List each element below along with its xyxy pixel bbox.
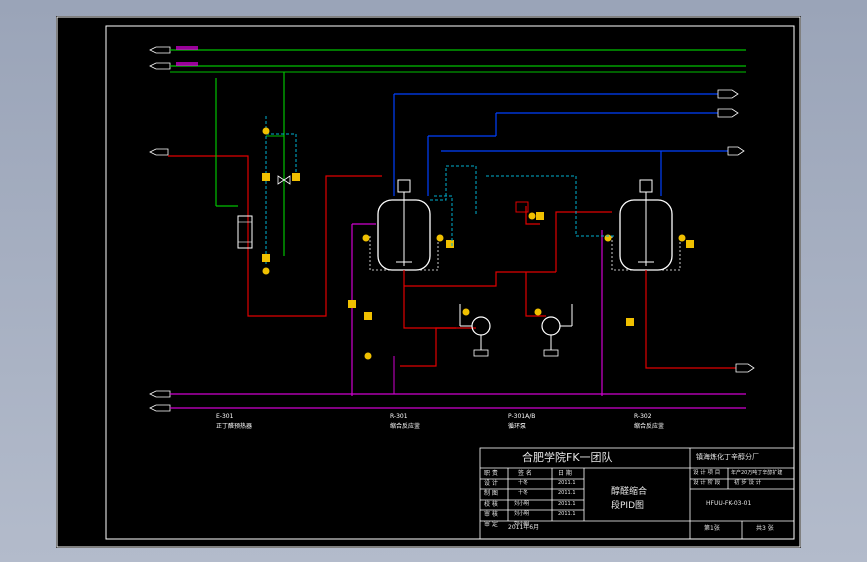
equipment-tag-2: R-301 <box>390 413 408 420</box>
drawing-name-line1: 醇醛缩合 <box>611 487 648 497</box>
role-label-4: 审 核 <box>484 511 498 518</box>
outer-frame <box>56 16 801 548</box>
drawing-sheet: E-301 正丁醛预热器 R-301 缩合反应釜 P-301A/B 循环泵 R-… <box>56 16 801 548</box>
project-label: 设 计 项 目 <box>693 470 721 476</box>
header-signature: 签 名 <box>518 470 532 477</box>
equipment-tag-3: P-301A/B <box>508 413 536 420</box>
pumps-p301 <box>459 304 573 357</box>
date-1: 2011.1 <box>558 480 576 486</box>
date-3: 2011.1 <box>558 501 576 507</box>
stage-value: 初 步 设 计 <box>734 480 762 486</box>
equipment-name-3: 循环泵 <box>508 423 527 430</box>
equipment-name-2: 缩合反应釜 <box>390 423 421 430</box>
equipment-name-4: 缩合反应釜 <box>634 423 665 430</box>
header-date: 日 期 <box>558 470 572 477</box>
signature-4: 刘小明 <box>514 511 530 517</box>
equipment-tag-1: E-301 <box>216 413 234 420</box>
equipment-tag-4: R-302 <box>634 413 652 420</box>
drawing-name-line2: 段PID图 <box>611 501 645 511</box>
top-headers <box>149 46 746 73</box>
bottom-headers <box>149 300 746 412</box>
process-lines <box>400 165 616 367</box>
role-label-2: 制 图 <box>484 490 498 497</box>
role-label-5: 审 定 <box>484 521 498 528</box>
completion-date: 2011年6月 <box>508 524 540 531</box>
company-name: 镇海炼化丁辛醇分厂 <box>696 453 759 461</box>
inner-frame <box>105 25 795 540</box>
role-label-3: 校 核 <box>484 501 498 508</box>
equipment-name-1: 正丁醛预热器 <box>216 423 253 430</box>
stage-label: 设 计 阶 段 <box>693 480 721 486</box>
signature-3: 刘小明 <box>514 501 530 507</box>
sheet-count: 第1张 <box>704 525 720 532</box>
header-role: 职 责 <box>484 470 498 477</box>
pid-drawing <box>56 16 801 548</box>
reactor-r301 <box>351 179 454 396</box>
date-4: 2011.1 <box>558 511 576 517</box>
role-label-1: 设 计 <box>484 480 498 487</box>
reactor-r302 <box>601 179 755 396</box>
preheater-section <box>149 72 382 317</box>
signature-1: 十冬 <box>518 480 529 486</box>
signature-2: 十冬 <box>518 490 529 496</box>
cad-viewport: E-301 正丁醛预热器 R-301 缩合反应釜 P-301A/B 循环泵 R-… <box>0 0 867 562</box>
project-value: 年产20万吨丁辛醇扩建 <box>731 470 783 476</box>
date-2: 2011.1 <box>558 490 576 496</box>
drawing-number: HFUU-FK-03-01 <box>706 500 752 507</box>
org-name: 合肥学院FK一团队 <box>522 451 613 464</box>
total-sheets: 共3 张 <box>756 525 774 532</box>
